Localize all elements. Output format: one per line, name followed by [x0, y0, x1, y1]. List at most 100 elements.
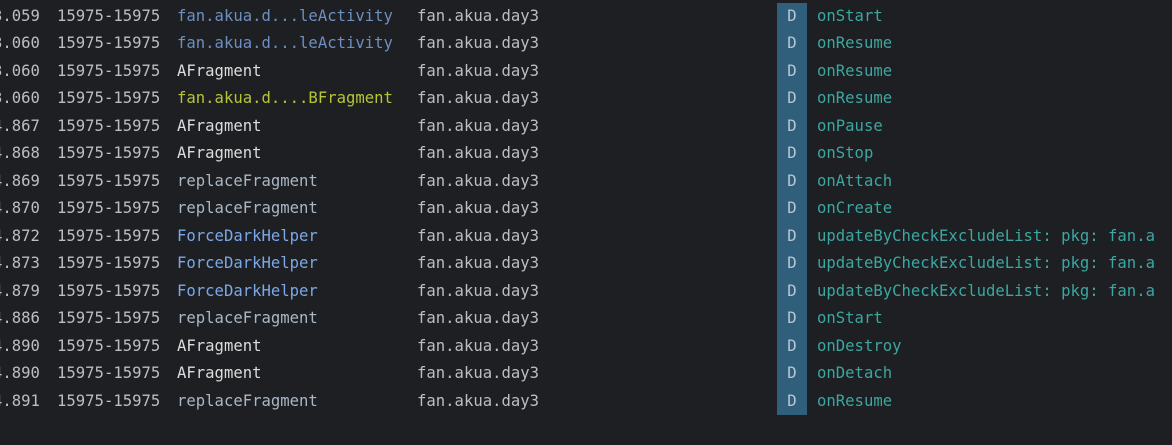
log-entry[interactable]: 4.886 15975-15975 replaceFragment fan.ak…: [0, 305, 1172, 333]
log-timestamp: 3.060: [0, 61, 40, 80]
log-tag: AFragment: [177, 116, 262, 135]
log-timestamp: 4.873: [0, 254, 40, 272]
log-entry[interactable]: 3.059 15975-15975 fan.akua.d...leActivit…: [0, 2, 1172, 30]
log-level-badge: D: [777, 140, 807, 168]
log-timestamp: 4.868: [0, 144, 40, 162]
log-package: fan.akua.day3: [417, 89, 540, 107]
log-entry[interactable]: 3.060 15975-15975 fan.akua.d....BFragmen…: [0, 85, 1172, 113]
log-level-badge: D: [777, 85, 807, 113]
log-timestamp: 4.870: [0, 199, 40, 217]
log-message: onPause: [817, 116, 883, 135]
log-message: onResume: [817, 61, 893, 80]
log-entry[interactable]: 4.867 15975-15975 AFragment fan.akua.day…: [0, 112, 1172, 140]
log-process-id: 15975-15975: [57, 199, 161, 217]
log-timestamp: 3.060: [0, 34, 40, 52]
log-level-badge: D: [777, 195, 807, 223]
log-level-badge: D: [777, 332, 807, 360]
log-timestamp: 4.867: [0, 116, 40, 135]
log-timestamp: 4.879: [0, 281, 40, 300]
log-message: updateByCheckExcludeList: pkg: fan.a: [817, 281, 1155, 300]
log-timestamp: 4.886: [0, 309, 40, 327]
log-process-id: 15975-15975: [57, 34, 161, 52]
log-process-id: 15975-15975: [57, 171, 161, 190]
log-tag: AFragment: [177, 61, 262, 80]
log-tag: replaceFragment: [177, 391, 318, 410]
log-entry[interactable]: 3.060 15975-15975 fan.akua.d...leActivit…: [0, 30, 1172, 58]
log-message: onResume: [817, 89, 893, 107]
log-message: onResume: [817, 391, 893, 410]
log-timestamp: 3.059: [0, 6, 40, 25]
log-level-badge: D: [777, 2, 807, 30]
log-level-badge: D: [777, 305, 807, 333]
log-process-id: 15975-15975: [57, 364, 161, 382]
log-entry[interactable]: 4.870 15975-15975 replaceFragment fan.ak…: [0, 195, 1172, 223]
log-entry[interactable]: 4.890 15975-15975 AFragment fan.akua.day…: [0, 360, 1172, 388]
log-tag: fan.akua.d....BFragment: [177, 89, 393, 107]
log-entry[interactable]: 4.890 15975-15975 AFragment fan.akua.day…: [0, 332, 1172, 360]
log-package: fan.akua.day3: [417, 254, 540, 272]
log-level-badge: D: [777, 277, 807, 305]
log-message: onResume: [817, 34, 893, 52]
log-process-id: 15975-15975: [57, 226, 161, 245]
log-entry[interactable]: 4.868 15975-15975 AFragment fan.akua.day…: [0, 140, 1172, 168]
log-process-id: 15975-15975: [57, 61, 161, 80]
log-message: onStart: [817, 309, 883, 327]
log-timestamp: 4.891: [0, 391, 40, 410]
log-level-badge: D: [777, 222, 807, 250]
log-level-badge: D: [777, 57, 807, 85]
log-process-id: 15975-15975: [57, 254, 161, 272]
log-package: fan.akua.day3: [417, 281, 540, 300]
log-process-id: 15975-15975: [57, 309, 161, 327]
log-package: fan.akua.day3: [417, 61, 540, 80]
log-tag: AFragment: [177, 144, 262, 162]
log-process-id: 15975-15975: [57, 89, 161, 107]
log-message: updateByCheckExcludeList: pkg: fan.a: [817, 226, 1155, 245]
log-process-id: 15975-15975: [57, 6, 161, 25]
log-tag: replaceFragment: [177, 199, 318, 217]
log-tag: AFragment: [177, 364, 262, 382]
log-package: fan.akua.day3: [417, 144, 540, 162]
log-package: fan.akua.day3: [417, 336, 540, 355]
log-message: onCreate: [817, 199, 893, 217]
log-entry[interactable]: 4.891 15975-15975 replaceFragment fan.ak…: [0, 387, 1172, 415]
log-package: fan.akua.day3: [417, 171, 540, 190]
log-package: fan.akua.day3: [417, 6, 540, 25]
log-level-badge: D: [777, 387, 807, 415]
log-entry[interactable]: 4.873 15975-15975 ForceDarkHelper fan.ak…: [0, 250, 1172, 278]
logcat-output[interactable]: 3.059 15975-15975 fan.akua.d...leActivit…: [0, 0, 1172, 445]
log-tag: fan.akua.d...leActivity: [177, 6, 393, 25]
log-level-badge: D: [777, 30, 807, 58]
log-message: updateByCheckExcludeList: pkg: fan.a: [817, 254, 1155, 272]
log-level-badge: D: [777, 360, 807, 388]
log-level-badge: D: [777, 112, 807, 140]
log-package: fan.akua.day3: [417, 116, 540, 135]
log-package: fan.akua.day3: [417, 309, 540, 327]
log-tag: ForceDarkHelper: [177, 226, 318, 245]
log-level-badge: D: [777, 167, 807, 195]
log-process-id: 15975-15975: [57, 281, 161, 300]
log-message: onAttach: [817, 171, 893, 190]
log-process-id: 15975-15975: [57, 391, 161, 410]
log-timestamp: 3.060: [0, 89, 40, 107]
log-process-id: 15975-15975: [57, 336, 161, 355]
log-process-id: 15975-15975: [57, 116, 161, 135]
log-tag: ForceDarkHelper: [177, 281, 318, 300]
log-timestamp: 4.890: [0, 336, 40, 355]
log-entry[interactable]: 4.872 15975-15975 ForceDarkHelper fan.ak…: [0, 222, 1172, 250]
log-package: fan.akua.day3: [417, 391, 540, 410]
log-package: fan.akua.day3: [417, 199, 540, 217]
log-message: onStop: [817, 144, 874, 162]
log-message: onDestroy: [817, 336, 902, 355]
log-package: fan.akua.day3: [417, 34, 540, 52]
log-tag: fan.akua.d...leActivity: [177, 34, 393, 52]
log-tag: ForceDarkHelper: [177, 254, 318, 272]
log-entry[interactable]: 3.060 15975-15975 AFragment fan.akua.day…: [0, 57, 1172, 85]
log-entry[interactable]: 4.869 15975-15975 replaceFragment fan.ak…: [0, 167, 1172, 195]
log-tag: replaceFragment: [177, 309, 318, 327]
log-entry[interactable]: 4.879 15975-15975 ForceDarkHelper fan.ak…: [0, 277, 1172, 305]
log-timestamp: 4.872: [0, 226, 40, 245]
log-tag: AFragment: [177, 336, 262, 355]
log-message: onStart: [817, 6, 883, 25]
log-timestamp: 4.869: [0, 171, 40, 190]
log-process-id: 15975-15975: [57, 144, 161, 162]
